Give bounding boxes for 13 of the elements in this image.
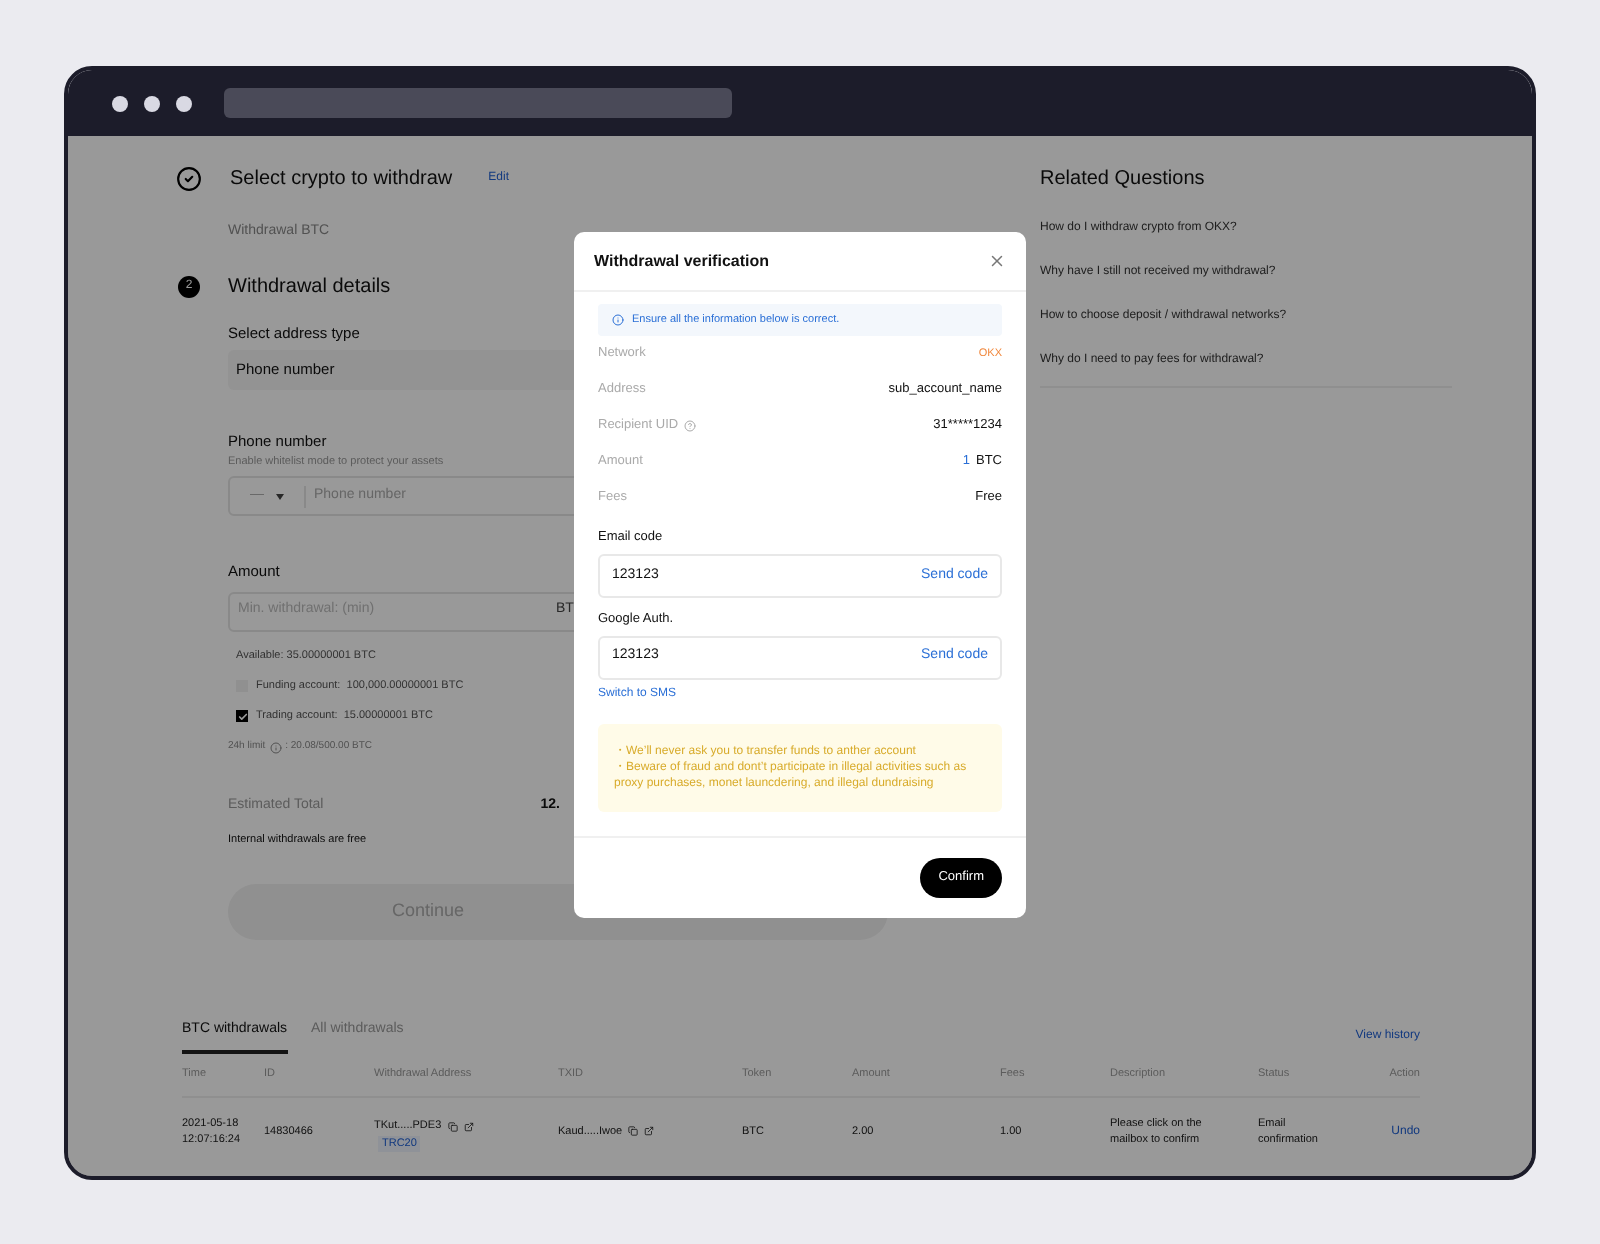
external-link-icon[interactable] [644, 1126, 655, 1137]
section-title: Related Questions [1040, 166, 1207, 194]
close-icon[interactable] [988, 252, 1006, 270]
copy-icon[interactable] [447, 1121, 458, 1132]
copy-icon[interactable] [628, 1126, 639, 1137]
info-icon [612, 314, 624, 326]
step-title: Withdrawal details [228, 273, 391, 301]
dialog-title: Withdrawal verification [594, 249, 769, 273]
step-title: Select crypto to withdraw [230, 166, 453, 194]
account-checkbox[interactable] [236, 710, 248, 723]
info-icon [269, 742, 282, 754]
external-link-icon[interactable] [463, 1121, 474, 1132]
caret-icon [276, 493, 284, 500]
